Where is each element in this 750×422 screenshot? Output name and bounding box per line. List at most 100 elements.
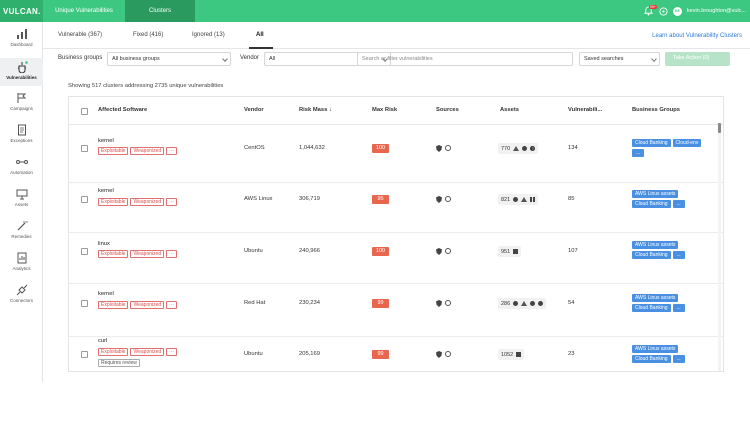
business-group-chip[interactable]: Cloud Banking xyxy=(632,200,671,208)
clusters-table: Affected Software Vendor Risk Mass ↓ Max… xyxy=(68,96,724,372)
col-risk-mass[interactable]: Risk Mass ↓ xyxy=(299,107,332,113)
cog-icon xyxy=(445,145,451,151)
sidebar-item-exceptions[interactable]: Exceptions xyxy=(0,124,43,152)
sidebar-item-dashboard[interactable]: Dashboard xyxy=(0,28,43,56)
table-row[interactable]: linux Exploitable Weaponized ··· Ubuntu … xyxy=(69,226,723,284)
more-groups-button[interactable]: ... xyxy=(672,304,685,312)
learn-clusters-link[interactable]: Learn about Vulnerability Clusters xyxy=(652,33,742,39)
select-all-checkbox[interactable] xyxy=(81,108,88,115)
exploitable-tag: Exploitable xyxy=(98,250,129,258)
search-input[interactable]: Search or filter vulnerabilities xyxy=(357,52,573,66)
sidebar-item-campaigns[interactable]: Campaigns xyxy=(0,92,43,120)
table-row[interactable]: kernel Exploitable Weaponized ··· Red Ha… xyxy=(69,279,723,337)
chevron-down-icon xyxy=(222,56,228,62)
sidebar-item-assets[interactable]: Assets xyxy=(0,188,43,216)
software-name[interactable]: kernel xyxy=(98,291,114,297)
help-icon[interactable] xyxy=(659,6,668,16)
col-affected-software[interactable]: Affected Software xyxy=(98,107,147,113)
table-scroll-thumb[interactable] xyxy=(718,123,721,133)
row-checkbox[interactable] xyxy=(81,145,88,152)
business-group-chip[interactable]: Cloud Banking xyxy=(632,304,671,312)
business-groups-select[interactable]: All business groups xyxy=(107,52,231,66)
assets-cell[interactable]: 951 xyxy=(498,246,522,257)
assets-cell[interactable]: 821 xyxy=(498,194,539,205)
asset-count: 821 xyxy=(501,196,511,203)
more-groups-button[interactable]: ... xyxy=(672,200,685,208)
cog-icon xyxy=(445,351,451,357)
question-icon: ? xyxy=(530,146,536,151)
table-row[interactable]: kernel Exploitable Weaponized ··· AWS Li… xyxy=(69,175,723,233)
sidebar-item-analytics[interactable]: Analytics xyxy=(0,252,43,280)
more-groups-button[interactable]: ... xyxy=(632,149,645,157)
take-action-button[interactable]: Take Action (0) xyxy=(665,52,730,66)
business-group-chip[interactable]: AWS Linux assets xyxy=(632,345,679,353)
software-name[interactable]: curl xyxy=(98,338,107,344)
business-group-chip[interactable]: Cloud Banking xyxy=(632,139,671,147)
assets-cell[interactable]: 770 ? xyxy=(498,143,539,154)
more-tags-button[interactable]: ··· xyxy=(166,348,178,356)
software-name[interactable]: kernel xyxy=(98,188,114,194)
notifications-bell-icon[interactable]: 99+ xyxy=(643,5,657,16)
more-groups-button[interactable]: ... xyxy=(672,355,685,363)
row-checkbox[interactable] xyxy=(81,196,88,203)
sort-down-icon: ↓ xyxy=(328,107,332,113)
col-assets[interactable]: Assets xyxy=(500,107,519,113)
sidebar-item-label: Analytics xyxy=(12,266,31,271)
tab-vulnerable[interactable]: Vulnerable (367) xyxy=(58,32,102,38)
more-groups-button[interactable]: ... xyxy=(672,251,685,259)
vulcan-logo[interactable]: VULCAN. xyxy=(0,0,43,22)
shield-icon xyxy=(436,145,442,152)
more-tags-button[interactable]: ··· xyxy=(166,147,178,155)
tab-ignored[interactable]: Ignored (13) xyxy=(192,32,225,38)
tab-all[interactable]: All xyxy=(256,32,264,38)
col-max-risk[interactable]: Max Risk xyxy=(372,107,397,113)
sidebar-item-automation[interactable]: Automation xyxy=(0,156,43,184)
user-avatar[interactable]: KE xyxy=(672,6,682,16)
sidebar: Dashboard Vulnerabilities Campaigns Exce… xyxy=(0,22,43,382)
col-business-groups[interactable]: Business Groups xyxy=(632,107,680,113)
business-group-chip[interactable]: AWS Linux assets xyxy=(632,190,679,198)
weaponized-tag: Weaponized xyxy=(130,250,165,258)
table-row[interactable]: curl Exploitable Weaponized ··· Requires… xyxy=(69,331,723,371)
software-name[interactable]: linux xyxy=(98,241,110,247)
sources-cell xyxy=(436,145,451,152)
sidebar-item-connectors[interactable]: Connectors xyxy=(0,284,43,312)
plug-icon xyxy=(16,284,27,296)
col-vulnerabilities[interactable]: Vulnerabili... xyxy=(568,107,602,113)
business-group-chip[interactable]: AWS Linux assets xyxy=(632,241,679,249)
col-vendor[interactable]: Vendor xyxy=(244,107,264,113)
cog-icon xyxy=(445,196,451,202)
user-email[interactable]: kevin.broughton@vulc... xyxy=(687,8,746,14)
vulnerabilities-cell: 85 xyxy=(568,196,575,202)
col-sources[interactable]: Sources xyxy=(436,107,459,113)
row-checkbox[interactable] xyxy=(81,248,88,255)
more-tags-button[interactable]: ··· xyxy=(166,301,178,309)
row-checkbox[interactable] xyxy=(81,300,88,307)
report-icon xyxy=(17,252,26,264)
business-group-chip[interactable]: Cloud Banking xyxy=(632,355,671,363)
terminal-icon xyxy=(513,249,519,254)
business-groups-value: All business groups xyxy=(112,56,160,62)
shield-icon xyxy=(436,351,442,358)
row-checkbox[interactable] xyxy=(81,351,88,358)
table-scrollbar[interactable] xyxy=(718,123,721,371)
assets-cell[interactable]: 1052 xyxy=(498,349,525,360)
asset-count: 770 xyxy=(501,145,511,152)
more-tags-button[interactable]: ··· xyxy=(166,250,178,258)
assets-cell[interactable]: 286 xyxy=(498,298,547,309)
business-group-chip[interactable]: AWS Linux assets xyxy=(632,294,679,302)
tag-list: Requires review xyxy=(98,359,140,367)
sidebar-item-vulnerabilities[interactable]: Vulnerabilities xyxy=(0,58,43,86)
more-tags-button[interactable]: ··· xyxy=(166,198,178,206)
business-group-chip[interactable]: Cloud-env xyxy=(672,139,702,147)
top-bar: VULCAN. Unique Vulnerabilities Clusters … xyxy=(0,0,750,22)
tab-unique-vulnerabilities[interactable]: Unique Vulnerabilities xyxy=(43,0,125,22)
cog-icon xyxy=(445,300,451,306)
sidebar-item-remedies[interactable]: Remedies xyxy=(0,220,43,248)
tab-fixed[interactable]: Fixed (416) xyxy=(133,32,163,38)
saved-searches-select[interactable]: Saved searches xyxy=(579,52,660,66)
max-risk-badge: 100 xyxy=(372,144,389,153)
business-group-chip[interactable]: Cloud Banking xyxy=(632,251,671,259)
software-name[interactable]: kernel xyxy=(98,138,114,144)
tab-clusters[interactable]: Clusters xyxy=(125,0,195,22)
